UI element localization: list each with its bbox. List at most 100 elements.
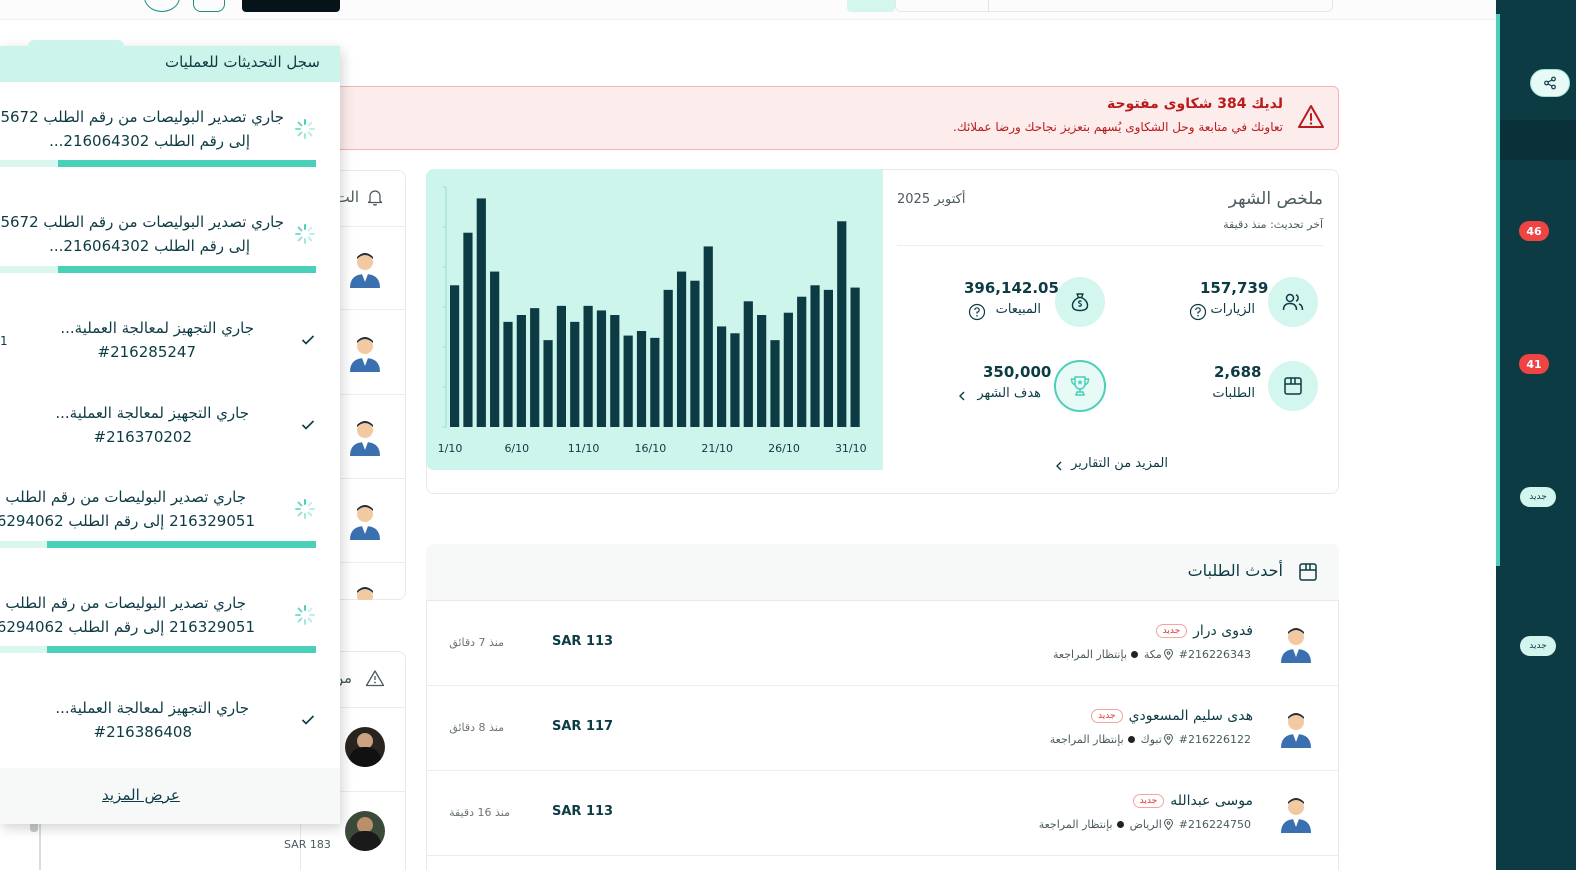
order-number[interactable]: #216224750 [1179, 818, 1251, 831]
sidebar-count-badge: 41 [1519, 354, 1549, 374]
sidebar-new-badge: جديد [1520, 487, 1556, 507]
target-icon-circle [1054, 360, 1106, 412]
log-item-line2: #216370202 [93, 428, 192, 446]
status-dot [1130, 651, 1138, 658]
chart-x-tick-label: 11/10 [568, 442, 600, 455]
visits-label: الزيارات [1210, 302, 1255, 317]
orders-value: 2,688 [1214, 363, 1262, 381]
share-button[interactable] [1530, 69, 1570, 97]
chart-bar[interactable] [490, 271, 500, 427]
chart-bar[interactable] [543, 340, 553, 427]
warning-icon [365, 670, 385, 687]
chart-bar[interactable] [837, 221, 847, 427]
order-number[interactable]: #216226343 [1179, 648, 1251, 661]
chart-bar[interactable] [770, 340, 780, 427]
log-progress-track [0, 266, 316, 273]
location-pin-icon [1163, 819, 1173, 830]
chart-bar[interactable] [596, 310, 607, 427]
avatar [350, 421, 380, 456]
order-location: الرياض [1130, 818, 1173, 831]
order-status: بإنتظار المراجعة [1039, 818, 1124, 831]
log-item-line2: إلى رقم الطلب 216064302... [49, 237, 250, 255]
warning-icon [1298, 105, 1324, 128]
order-time: منذ 8 دقائق [449, 721, 504, 734]
scroll-track [39, 824, 41, 870]
avatar [350, 253, 380, 288]
chart-bar[interactable] [717, 326, 727, 427]
summary-period[interactable]: أكتوبر 2025 [897, 192, 965, 207]
log-item-line2: #216386408 [93, 723, 192, 741]
log-progress-track [0, 646, 316, 653]
help-icon[interactable] [968, 303, 986, 321]
order-city: مكة [1143, 648, 1162, 661]
avatar [1281, 628, 1311, 663]
order-city: تبوك [1140, 733, 1162, 746]
order-price: SAR 113 [552, 804, 614, 819]
chart-bar[interactable] [703, 246, 713, 427]
chart-bar[interactable] [583, 305, 593, 427]
show-more-link[interactable]: عرض المزيد [102, 786, 180, 804]
chart-bar[interactable] [823, 289, 833, 427]
chart-bar[interactable] [610, 315, 620, 427]
new-badge: جديد [1091, 709, 1123, 723]
help-icon[interactable] [1189, 303, 1207, 321]
chart-bar[interactable] [690, 280, 700, 427]
chart-bar[interactable] [757, 315, 767, 427]
chart-bar[interactable] [516, 315, 526, 427]
order-time: منذ 16 دقيقة [449, 806, 510, 819]
chart-bar[interactable] [623, 335, 633, 427]
log-progress-fill [47, 646, 316, 653]
order-customer: فدوى درار جديد [1155, 623, 1253, 639]
chart-bar[interactable] [783, 312, 793, 427]
sidebar-active-band [1500, 120, 1576, 160]
operations-log-title: سجل التحديثات للعمليات [165, 53, 320, 71]
chart-bar[interactable] [463, 232, 473, 427]
log-item-line1: جاري التجهيز لمعالجة العملية... [55, 404, 249, 422]
order-number[interactable]: #216226122 [1179, 733, 1251, 746]
search-input[interactable] [895, 0, 1333, 12]
chart-bar[interactable] [450, 285, 460, 427]
log-item-line2: إلى رقم الطلب 216064302... [49, 132, 250, 150]
chart-x-tick-label: 21/10 [701, 442, 733, 455]
chart-bar[interactable] [730, 333, 740, 427]
chart-bar[interactable] [743, 301, 753, 427]
chart-bar[interactable] [650, 337, 660, 427]
chart-x-tick-label: 16/10 [635, 442, 667, 455]
more-reports-link[interactable]: المزيد من التقارير [1071, 456, 1168, 471]
chart-bar[interactable] [676, 271, 687, 427]
log-item-line1: جاري التجهيز لمعالجة العملية... [55, 699, 249, 717]
log-progress-track [0, 160, 316, 167]
chart-bar[interactable] [530, 308, 540, 427]
chart-bar[interactable] [850, 287, 860, 427]
check-icon [301, 335, 315, 345]
search-button[interactable] [847, 0, 895, 12]
new-badge: جديد [1155, 624, 1188, 638]
avatar [1281, 798, 1311, 833]
chart-bar[interactable] [556, 305, 566, 427]
trophy-icon [1070, 376, 1090, 396]
profile-button[interactable] [193, 0, 225, 12]
avatar [350, 505, 380, 540]
sidebar-scroll-accent[interactable] [1496, 14, 1500, 566]
target-link[interactable]: هدف الشهر [977, 386, 1041, 401]
chart-x-tick-label: 1/10 [438, 442, 463, 455]
order-status: بإنتظار المراجعة [1053, 648, 1138, 661]
avatar [350, 337, 380, 372]
complaint-price: SAR 183 [284, 838, 331, 851]
order-customer: موسى عبدالله جديد [1132, 793, 1253, 809]
chart-bar[interactable] [503, 321, 513, 427]
customer-name: فدوى درار [1193, 623, 1253, 639]
chart-bar[interactable] [570, 321, 580, 427]
users-icon [1282, 293, 1304, 311]
primary-action-button[interactable] [242, 0, 340, 12]
chart-bar[interactable] [810, 285, 820, 427]
chevron-left-icon [959, 391, 965, 401]
chart-bar[interactable] [797, 296, 807, 427]
chart-bar[interactable] [636, 331, 647, 427]
chart-bar[interactable] [476, 198, 486, 427]
chart-bar[interactable] [663, 289, 673, 427]
box-icon [1284, 377, 1302, 395]
orders-icon-circle [1268, 361, 1318, 411]
visits-icon-circle [1268, 277, 1318, 327]
order-location: مكة [1144, 648, 1173, 661]
